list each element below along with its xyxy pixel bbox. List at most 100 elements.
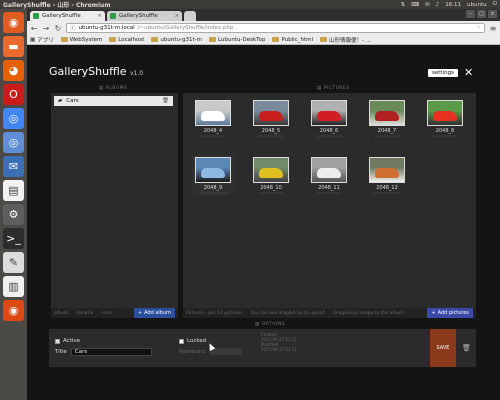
folder-icon bbox=[60, 37, 68, 42]
bookmark-lubuntu-desktop[interactable]: Lubuntu-DeskTop bbox=[208, 37, 265, 43]
bookmark-localhost[interactable]: Localhost bbox=[109, 37, 144, 43]
document-icon[interactable]: ▤ bbox=[3, 180, 24, 201]
address-bar[interactable]: ⓘ ubuntu-g31t-m.local/~ubuntu/GalleryShu… bbox=[66, 23, 485, 33]
picture-item[interactable]: 2048_10 ▭▭▭▭▭▭▭▭ bbox=[250, 155, 292, 195]
car-thumbnail[interactable] bbox=[253, 157, 289, 183]
picture-item[interactable]: 2048_4 ▭▭▭▭▭▭▭▭ bbox=[192, 98, 234, 138]
checkbox-checked-icon[interactable]: ✓ bbox=[55, 338, 60, 344]
forward-icon[interactable]: → bbox=[42, 24, 50, 33]
album-info: Created 2013-09-27 02:11 Modified 2013-0… bbox=[261, 332, 298, 352]
text-icon[interactable]: ▥ bbox=[3, 276, 24, 297]
tab-close-icon[interactable]: × bbox=[97, 13, 102, 19]
settings-button[interactable]: settings bbox=[428, 69, 458, 77]
opera-icon[interactable]: O bbox=[3, 84, 24, 105]
picture-item[interactable]: 2048_5 ▭▭▭▭▭▭▭▭ bbox=[250, 98, 292, 138]
bookmark-yamagata[interactable]: 山形情報便！- ... bbox=[320, 36, 371, 44]
add-pictures-button[interactable]: + Add pictures bbox=[427, 308, 473, 318]
picture-item[interactable]: 2048_12 ▭▭▭▭▭▭▭▭ bbox=[366, 155, 408, 195]
password-label: Password bbox=[179, 348, 205, 355]
car-thumbnail[interactable] bbox=[311, 100, 347, 126]
delete-album-icon[interactable]: 🗑 bbox=[462, 344, 471, 352]
car-thumbnail[interactable] bbox=[369, 157, 405, 183]
checkbox-unchecked-icon[interactable] bbox=[179, 338, 184, 344]
network-icon[interactable]: ⇅ bbox=[401, 2, 406, 8]
picture-subcaption: ▭▭▭▭▭▭▭▭ bbox=[315, 191, 343, 195]
files-icon[interactable]: ▬ bbox=[3, 36, 24, 57]
thunderbird-icon[interactable]: ✉ bbox=[3, 156, 24, 177]
pictures-section-label: ▤ PICTURES bbox=[317, 86, 350, 91]
tab-close-icon[interactable]: × bbox=[174, 13, 179, 19]
locked-checkbox[interactable]: Locked bbox=[179, 338, 206, 344]
picture-subcaption: ▭▭▭▭▭▭▭▭ bbox=[315, 134, 343, 138]
system-top-bar: GalleryShuffle - 山形 - Chromium ⇅ ⌨ ✉ ♪ 1… bbox=[0, 0, 500, 9]
folder-icon bbox=[320, 37, 328, 42]
tab-title: GalleryShuffle bbox=[42, 13, 81, 19]
car-thumbnail[interactable] bbox=[427, 100, 463, 126]
bookmark-ubuntu-host[interactable]: ubuntu-g31t-m bbox=[151, 37, 202, 43]
pictures-footer-item: You can use drag&drop to upload bbox=[250, 310, 326, 316]
favicon-icon bbox=[110, 13, 116, 19]
picture-subcaption: ▭▭▭▭▭▭▭▭ bbox=[257, 191, 285, 195]
album-footer-item[interactable]: album bbox=[54, 311, 68, 316]
add-album-button[interactable]: + Add album bbox=[133, 308, 175, 318]
tab-gallery-active[interactable]: GalleryShuffle × bbox=[30, 11, 105, 21]
picture-item[interactable]: 2048_7 ▭▭▭▭▭▭▭▭ bbox=[366, 98, 408, 138]
picture-item[interactable]: 2048_11 ▭▭▭▭▭▭▭▭ bbox=[308, 155, 350, 195]
chromium-icon[interactable]: ◎ bbox=[3, 132, 24, 153]
reload-icon[interactable]: ↻ bbox=[54, 24, 62, 33]
ubuntu-icon[interactable]: ◉ bbox=[3, 300, 24, 321]
active-checkbox[interactable]: ✓ Active bbox=[55, 338, 80, 344]
car-thumbnail[interactable] bbox=[311, 157, 347, 183]
back-icon[interactable]: ← bbox=[30, 24, 38, 33]
app-version: v1.0 bbox=[130, 70, 144, 77]
save-button[interactable]: SAVE bbox=[430, 329, 456, 367]
album-footer-item[interactable]: rename bbox=[76, 311, 93, 316]
browser-menu-icon[interactable]: ≡ bbox=[489, 24, 497, 33]
picture-item[interactable]: 2048_8 ▭▭▭▭▭▭▭▭ bbox=[424, 98, 466, 138]
albums-panel: ▰ Cars 🗑 album rename rearr + Add album bbox=[51, 93, 178, 318]
firefox-icon[interactable]: ◕ bbox=[3, 60, 24, 81]
terminal-icon[interactable]: >_ bbox=[3, 228, 24, 249]
trash-icon[interactable]: 🗑 bbox=[162, 98, 169, 104]
car-thumbnail[interactable] bbox=[195, 157, 231, 183]
picture-item[interactable]: 2048_9 ▭▭▭▭▭▭▭▭ bbox=[192, 155, 234, 195]
close-window-button[interactable]: × bbox=[488, 10, 497, 18]
car-shape bbox=[201, 111, 225, 121]
plus-icon: + bbox=[137, 310, 143, 316]
bookmark-apps[interactable]: ▦ アプリ bbox=[30, 36, 54, 44]
album-footer-item[interactable]: rearr bbox=[101, 311, 112, 316]
albums-footer: album rename rearr + Add album bbox=[51, 308, 178, 318]
bookmark-star-icon[interactable]: ☆ bbox=[476, 25, 481, 31]
editor-icon[interactable]: ✎ bbox=[3, 252, 24, 273]
power-icon[interactable]: ⏻ bbox=[493, 1, 497, 8]
car-shape bbox=[259, 111, 283, 121]
title-input[interactable]: Cars bbox=[70, 348, 152, 356]
car-thumbnail[interactable] bbox=[369, 100, 405, 126]
minimize-button[interactable]: – bbox=[466, 10, 475, 18]
picture-item[interactable]: 2048_6 ▭▭▭▭▭▭▭▭ bbox=[308, 98, 350, 138]
car-thumbnail[interactable] bbox=[195, 100, 231, 126]
albums-section-label: ▤ ALBUMS bbox=[99, 86, 128, 91]
car-shape bbox=[433, 111, 457, 121]
tab-title: GalleryShuffle bbox=[119, 13, 158, 19]
maximize-button[interactable]: □ bbox=[477, 10, 486, 18]
close-icon[interactable]: ✕ bbox=[464, 67, 473, 78]
pictures-panel: Pictures - per 10 pictures You can use d… bbox=[183, 93, 476, 318]
bookmark-public-html[interactable]: Public_html bbox=[272, 37, 313, 43]
chrome-icon[interactable]: ◎ bbox=[3, 108, 24, 129]
settings-app-icon[interactable]: ⚙ bbox=[3, 204, 24, 225]
keyboard-icon[interactable]: ⌨ bbox=[411, 2, 419, 8]
album-item-cars[interactable]: ▰ Cars 🗑 bbox=[54, 96, 173, 106]
page-info-icon[interactable]: ⓘ bbox=[70, 24, 76, 32]
tab-gallery[interactable]: GalleryShuffle × bbox=[107, 11, 182, 21]
clock[interactable]: 16:11 bbox=[445, 2, 461, 8]
new-tab-button[interactable] bbox=[184, 11, 196, 21]
sound-icon[interactable]: ♪ bbox=[436, 2, 440, 8]
picture-subcaption: ▭▭▭▭▭▭▭▭ bbox=[199, 134, 227, 138]
user-menu[interactable]: ubuntu bbox=[467, 2, 487, 8]
car-thumbnail[interactable] bbox=[253, 100, 289, 126]
url-host: ubuntu-g31t-m.local bbox=[78, 25, 135, 31]
bookmark-websystem[interactable]: WebSystem bbox=[60, 37, 102, 43]
dash-icon[interactable]: ◉ bbox=[3, 12, 24, 33]
mail-icon[interactable]: ✉ bbox=[425, 2, 430, 8]
